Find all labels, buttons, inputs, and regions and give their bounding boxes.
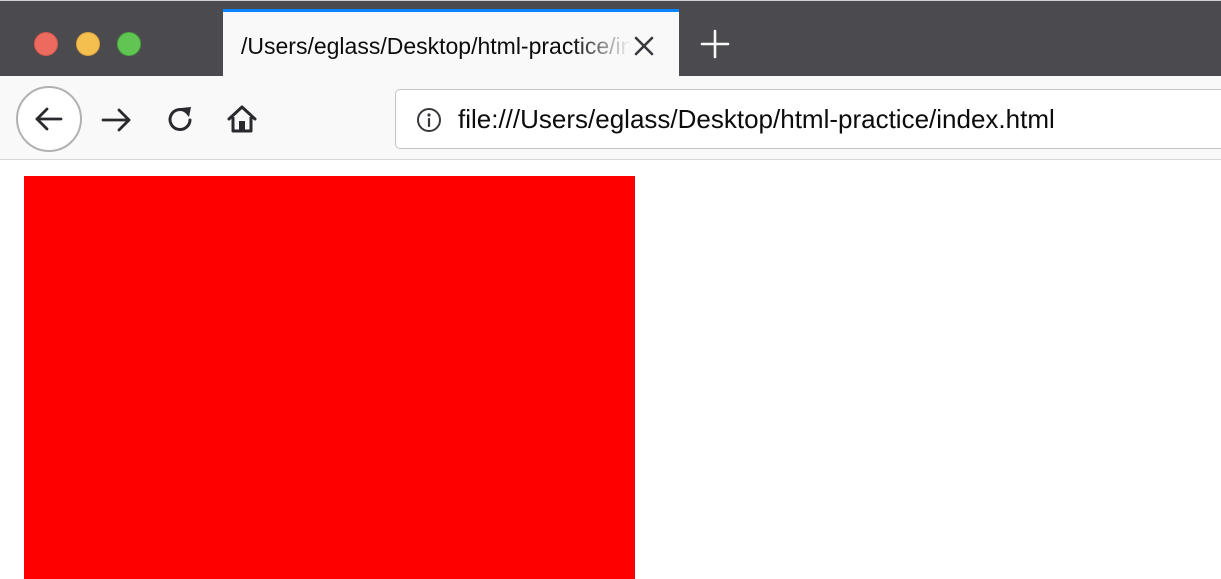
tab-active[interactable]: /Users/eglass/Desktop/html-practice/inde…	[223, 9, 679, 77]
tab-title: /Users/eglass/Desktop/html-practice/inde…	[241, 33, 631, 59]
navigation-toolbar: file:///Users/eglass/Desktop/html-practi…	[0, 76, 1221, 160]
close-icon[interactable]	[631, 33, 657, 59]
browser-window: /Users/eglass/Desktop/html-practice/inde…	[0, 0, 1221, 579]
window-maximize-button[interactable]	[117, 32, 141, 56]
arrow-left-icon	[35, 107, 63, 131]
window-close-button[interactable]	[34, 32, 58, 56]
info-icon[interactable]	[416, 107, 442, 133]
arrow-right-icon[interactable]	[100, 104, 132, 136]
reload-icon[interactable]	[164, 103, 196, 135]
back-button[interactable]	[16, 86, 82, 152]
red-box	[24, 176, 635, 579]
tab-strip: /Users/eglass/Desktop/html-practice/inde…	[0, 0, 1221, 77]
url-bar[interactable]: file:///Users/eglass/Desktop/html-practi…	[395, 89, 1221, 149]
plus-icon[interactable]	[698, 27, 732, 61]
window-minimize-button[interactable]	[76, 32, 100, 56]
home-icon[interactable]	[225, 102, 259, 136]
tab-accent-bar	[223, 9, 679, 12]
url-text[interactable]: file:///Users/eglass/Desktop/html-practi…	[458, 103, 1055, 135]
page-content	[0, 160, 1221, 579]
